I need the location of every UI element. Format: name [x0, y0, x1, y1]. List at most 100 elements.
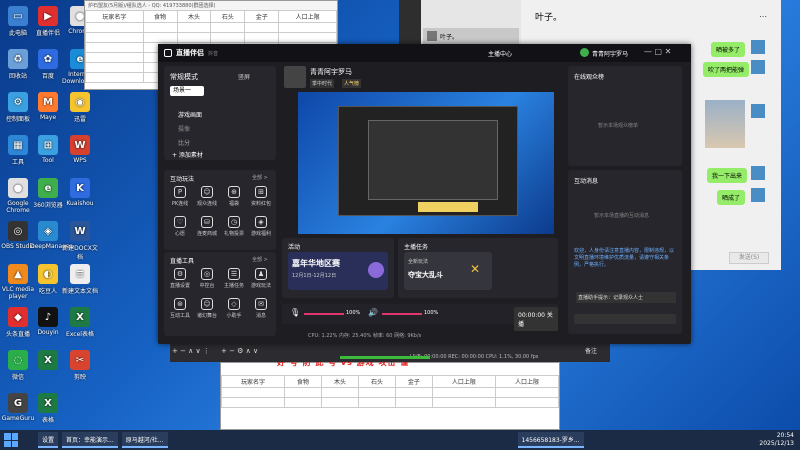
column-header[interactable]: 木头	[176, 10, 212, 23]
end-live-button[interactable]: 00:00:00 关播	[514, 307, 558, 331]
start-button[interactable]	[4, 433, 18, 447]
column-header[interactable]: 人口上限	[494, 375, 560, 388]
tool-button[interactable]: ☰ 主播任务	[220, 268, 248, 289]
chat-contact-item[interactable]: 叶子。	[423, 28, 519, 44]
source-item[interactable]: 摄像	[178, 124, 190, 133]
live-companion-window[interactable]: 直播伴侣 抖音 青青阿宇罗马 主播中心 — ▢ ✕ 常规模式 竖屏 场景一 游戏…	[158, 44, 691, 344]
more-icon[interactable]: ⋯	[759, 12, 767, 21]
desktop-icon[interactable]: ≡ 新建文本文档	[62, 264, 98, 295]
desktop-icon[interactable]: X	[30, 350, 66, 372]
desktop-icon[interactable]: W WPS	[62, 135, 98, 164]
column-header[interactable]: 金子	[394, 375, 433, 388]
column-header[interactable]: 食物	[142, 10, 178, 23]
desktop-icon[interactable]: ✿ 百度	[30, 49, 66, 80]
mic-icon[interactable]: 🎙	[290, 308, 300, 317]
taskbar-item[interactable]: 设置	[38, 432, 59, 448]
activity-banner[interactable]: 嘉年华地区赛 12月1日-12月12日	[288, 252, 388, 290]
tools-all-link[interactable]: 全部 >	[252, 256, 268, 263]
tool-label: 游戏福利	[250, 231, 271, 237]
chat-input[interactable]	[574, 314, 676, 324]
tool-icon: ⚙	[174, 268, 186, 280]
desktop-icon[interactable]: ▶ 直播伴侣	[30, 6, 66, 37]
column-header[interactable]: 食物	[284, 375, 322, 388]
desktop-icon[interactable]: W 新建DOCX文档	[62, 221, 98, 261]
source-item[interactable]: 游戏画面	[178, 110, 202, 119]
desktop-icon[interactable]: K Kuaishou	[62, 178, 98, 207]
scene-panel: 常规模式 竖屏 场景一 游戏画面 摄像 比分 + 添加素材	[164, 66, 276, 160]
speaker-slider[interactable]	[382, 313, 422, 315]
desktop-icon[interactable]: ◉ 迅雷	[62, 92, 98, 123]
mode-selector[interactable]: 常规模式	[170, 72, 198, 82]
scene-tab[interactable]: 场景一	[170, 86, 204, 96]
tool-button[interactable]: ♡ 心愿	[166, 216, 194, 237]
tool-icon: ☺	[201, 298, 213, 310]
column-header[interactable]: 人口上限	[431, 375, 496, 388]
obs-panel[interactable]: + − ∧ ∨ ⋮ + − ⚙ ∧ ∨ LIVE: 00:00:00 REC: …	[170, 344, 610, 362]
column-header[interactable]: 玩家名字	[220, 375, 286, 388]
window-controls[interactable]: — ▢ ✕	[644, 47, 671, 56]
tool-button[interactable]: ✉ 消息	[247, 298, 275, 319]
column-header[interactable]: 石头	[357, 375, 396, 388]
clock[interactable]: 20:54 2025/12/13	[759, 432, 794, 448]
column-header[interactable]: 人口上限	[278, 10, 337, 23]
speaker-icon[interactable]: 🔊	[368, 308, 378, 317]
column-header[interactable]: 玩家名字	[85, 10, 144, 23]
column-header[interactable]: 金子	[244, 10, 280, 23]
source-item[interactable]: 比分	[178, 138, 190, 147]
avatar	[751, 188, 765, 202]
add-source-button[interactable]: + 添加素材	[172, 150, 203, 159]
tool-button[interactable]: ⊛ 互动工具	[166, 298, 194, 319]
interact-all-link[interactable]: 全部 >	[252, 174, 268, 181]
tool-button[interactable]: ⚙ 直播设置	[166, 268, 194, 289]
desktop-icon[interactable]: M Maye	[30, 92, 66, 121]
tool-button[interactable]: ◎ 中控台	[193, 268, 221, 289]
column-header[interactable]: 木头	[321, 375, 359, 388]
user-avatar[interactable]	[580, 48, 589, 57]
streamer-tag: 季中时代	[310, 79, 335, 88]
chat-bubble: 晒成了	[717, 190, 746, 205]
spreadsheet-title: 炉石盟友(5月版)/组队选人 - QQ: 419733880(群团选择)	[85, 1, 337, 10]
mic-slider[interactable]	[304, 313, 344, 315]
desktop-icon[interactable]: ◐ 吃豆人	[30, 264, 66, 295]
desktop-icon[interactable]: ♪ Douyin	[30, 307, 66, 336]
tool-button[interactable]: ◷ 礼物投票	[220, 216, 248, 237]
tool-icon: ◷	[228, 216, 240, 228]
task-card[interactable]: 全新玩法 夺宝大乱斗 ✕	[404, 252, 492, 290]
app-icon: ≡	[70, 264, 90, 284]
tool-button[interactable]: ◇ 小助手	[220, 298, 248, 319]
tool-label: 礼物投票	[223, 231, 244, 237]
tool-button[interactable]: ☺ 诸幻舞台	[193, 298, 221, 319]
tool-button[interactable]: ⛁ 连麦商城	[193, 216, 221, 237]
app-icon: ▲	[8, 264, 28, 284]
desktop-icon[interactable]: ◈ DeepManager	[30, 221, 72, 250]
desktop-icon[interactable]: X 表格	[30, 393, 66, 424]
messages-panel: 互动消息 暂示本场直播的互动消息 欢迎，人身份请注意直播内容，限制违规，以文明直…	[568, 170, 682, 334]
taskbar-item[interactable]: 原马越河/社...	[121, 432, 168, 448]
chat-bubble: 我一下出来	[707, 168, 748, 183]
tool-button[interactable]: ◈ 游戏福利	[247, 216, 275, 237]
preview-area[interactable]	[298, 92, 554, 234]
desktop-icon[interactable]: ⊞ Tool	[30, 135, 66, 164]
messages-empty: 暂示本场直播的互动消息	[594, 213, 650, 219]
desktop-icon[interactable]: X Excel表格	[62, 307, 98, 338]
tool-icon: ◈	[255, 216, 267, 228]
orientation-toggle[interactable]: 竖屏	[238, 72, 250, 81]
column-header[interactable]: 石头	[210, 10, 246, 23]
send-button[interactable]: 发送(S)	[729, 252, 769, 264]
spreadsheet-window-bottom[interactable]: 好 号 防 此 号 vs 游戏 攻击 谨 玩家名字 食物 木头 石头 金子 人口上限 人口上…	[220, 358, 560, 430]
activity-title: 活动	[288, 244, 301, 251]
desktop-icon[interactable]: e 360浏览器	[30, 178, 66, 209]
taskbar-item[interactable]: 1456658183-罗乡...	[517, 432, 584, 448]
taskbar-item[interactable]: 首页：幸能演示...	[62, 432, 118, 448]
desktop-icon[interactable]: ✂ 剪映	[62, 350, 98, 381]
tool-button[interactable]: ☺ 观众连线	[193, 186, 221, 207]
tool-button[interactable]: P PK连线	[166, 186, 194, 207]
tool-button[interactable]: ♟ 游戏玩法	[247, 268, 275, 289]
app-version: 抖音	[208, 50, 219, 57]
obs-label: 备注	[585, 348, 598, 355]
tool-button[interactable]: ⊕ 福袋	[220, 186, 248, 207]
desktop-icon-label: 直播伴侣	[35, 30, 60, 37]
header-user[interactable]: 青青阿宇罗马	[592, 49, 628, 58]
tool-button[interactable]: ⊞ 资料红包	[247, 186, 275, 207]
header-center[interactable]: 主播中心	[488, 49, 512, 58]
